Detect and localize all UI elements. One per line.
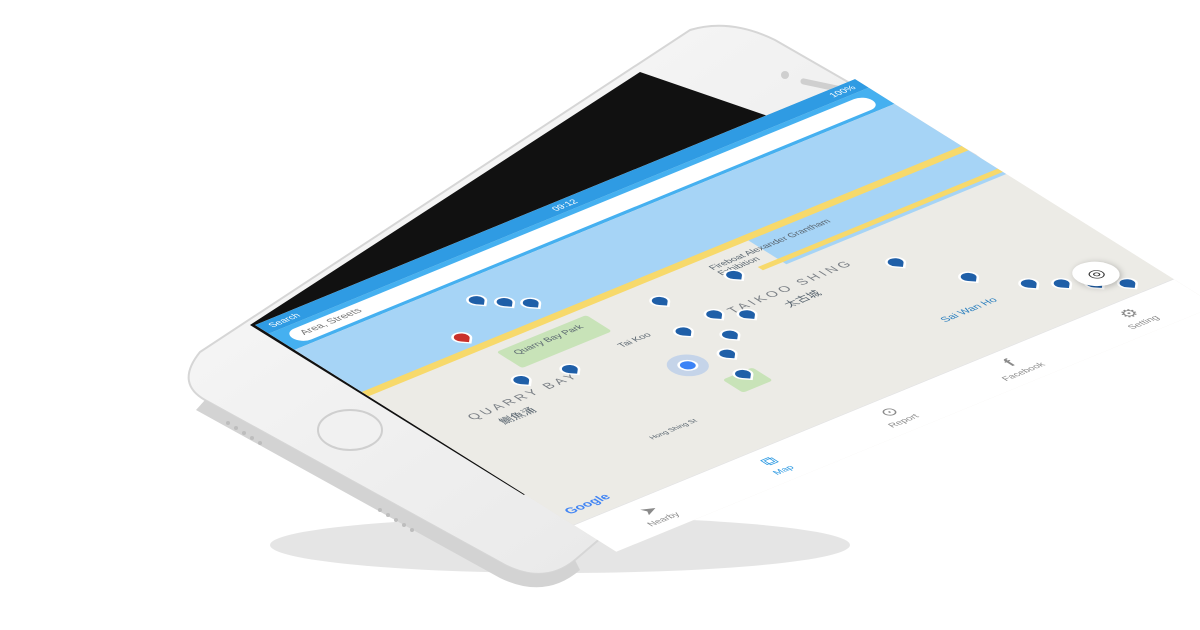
map-pin[interactable]: [722, 268, 746, 282]
map-label-tai-koo: Tai Koo: [614, 331, 654, 349]
current-location-marker: [672, 357, 703, 373]
map-pin[interactable]: [1017, 277, 1041, 290]
map-pin[interactable]: [648, 294, 672, 308]
map-pin[interactable]: [715, 347, 739, 360]
map-pin[interactable]: [1116, 277, 1139, 290]
home-button: [317, 409, 383, 451]
front-camera: [781, 71, 789, 79]
map-pin[interactable]: [509, 373, 533, 387]
map-pin[interactable]: [1050, 277, 1073, 290]
map-pin[interactable]: [735, 308, 759, 321]
map-pin[interactable]: [957, 270, 980, 284]
crosshair-icon: ◎: [1082, 266, 1111, 282]
device-mockup-stage: Search 09:12 100% QUARRY BAY 鰂魚涌 TAIKOO …: [0, 0, 1200, 630]
map-label-hong-shing-st: Hong Shing St: [648, 418, 700, 441]
map-pin[interactable]: [672, 325, 695, 338]
facebook-icon: f: [999, 357, 1020, 369]
map-pin[interactable]: [718, 328, 742, 341]
map-label-sai-wan-ho: Sai Wan Ho: [938, 296, 1001, 324]
map-pin[interactable]: [702, 308, 726, 321]
map-pin[interactable]: [884, 256, 907, 269]
